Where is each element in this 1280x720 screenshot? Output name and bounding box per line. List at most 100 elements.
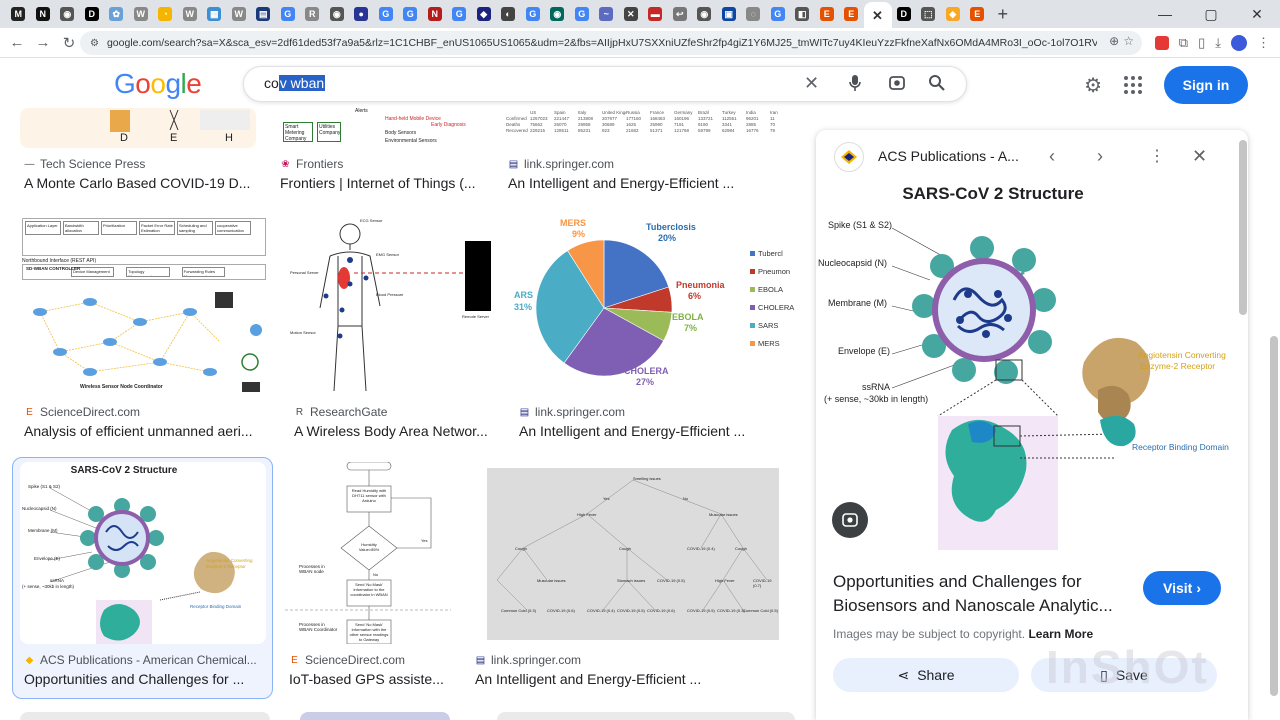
browser-tab[interactable]: ↩ bbox=[668, 3, 693, 25]
menu-kebab-icon[interactable]: ⋮ bbox=[1257, 35, 1270, 51]
browser-tab[interactable]: G bbox=[521, 3, 546, 25]
result-thumbnail[interactable]: Application Layer Bandwidth allocation Pri… bbox=[20, 216, 270, 396]
browser-tab[interactable]: ✕ bbox=[619, 3, 644, 25]
panel-source-name[interactable]: ACS Publications - A... bbox=[878, 148, 1019, 164]
result-thumbnail[interactable]: Read Humidity with DHT11 sensor with Ard… bbox=[285, 462, 451, 644]
more-options-icon[interactable]: ⋮ bbox=[1149, 146, 1165, 166]
voice-search-icon[interactable] bbox=[848, 74, 862, 97]
google-logo[interactable]: Google bbox=[114, 68, 202, 100]
sign-in-button[interactable]: Sign in bbox=[1164, 66, 1248, 104]
extensions-puzzle-icon[interactable]: ⧉ bbox=[1179, 35, 1188, 51]
browser-tab[interactable]: ◌ bbox=[741, 3, 766, 25]
search-box[interactable]: cov wban ✕ bbox=[243, 66, 967, 102]
browser-tab[interactable]: ◆ bbox=[472, 3, 497, 25]
learn-more-link[interactable]: Learn More bbox=[1028, 627, 1093, 641]
browser-tab[interactable]: ◆ bbox=[941, 3, 966, 25]
result-source[interactable]: ▤ link.springer.com bbox=[508, 157, 614, 171]
result-title[interactable]: An Intelligent and Energy-Efficient ... bbox=[519, 423, 800, 439]
browser-tab[interactable]: M bbox=[6, 3, 31, 25]
lens-search-icon[interactable] bbox=[832, 502, 868, 538]
browser-tab[interactable]: ⬚ bbox=[916, 3, 941, 25]
result-title[interactable]: An Intelligent and Energy-Efficient ... bbox=[508, 175, 800, 191]
result-source[interactable]: ▤ link.springer.com bbox=[475, 653, 581, 667]
result-thumbnail[interactable]: Smart Metering Company Utilities Company… bbox=[281, 108, 491, 148]
result-source[interactable]: ◆ ACS Publications - American Chemical... bbox=[24, 653, 257, 667]
browser-tab[interactable]: E bbox=[839, 3, 864, 25]
result-thumbnail[interactable]: Smelling issues High Fever Muscular issu… bbox=[471, 462, 796, 644]
browser-tab[interactable]: ~ bbox=[594, 3, 619, 25]
google-apps-icon[interactable] bbox=[1124, 76, 1142, 94]
settings-gear-icon[interactable]: ⚙ bbox=[1084, 73, 1102, 98]
download-icon[interactable]: ⤓ bbox=[1215, 35, 1221, 51]
browser-tab[interactable]: ◉ bbox=[325, 3, 350, 25]
next-row-thumbnail[interactable] bbox=[300, 712, 450, 720]
search-icon[interactable] bbox=[928, 74, 946, 97]
share-button[interactable]: ⋖ Share bbox=[833, 658, 1019, 692]
browser-tab[interactable]: ▬ bbox=[643, 3, 668, 25]
panel-image[interactable]: Spike (S1 & S2) Nucleocapsid (N) Membran… bbox=[818, 210, 1236, 555]
browser-tab[interactable]: G bbox=[398, 3, 423, 25]
close-window-button[interactable]: ✕ bbox=[1234, 6, 1280, 23]
result-title[interactable]: An Intelligent and Energy-Efficient ... bbox=[475, 671, 790, 687]
clear-search-icon[interactable]: ✕ bbox=[804, 73, 819, 94]
browser-tab[interactable]: ◉ bbox=[692, 3, 717, 25]
browser-tab[interactable]: W bbox=[178, 3, 203, 25]
result-source[interactable]: R ResearchGate bbox=[294, 405, 388, 419]
result-source[interactable]: E ScienceDirect.com bbox=[289, 653, 405, 667]
browser-tab[interactable]: G bbox=[447, 3, 472, 25]
result-title[interactable]: Opportunities and Challenges for ... bbox=[24, 671, 274, 687]
result-title[interactable]: A Monte Carlo Based COVID-19 D... bbox=[24, 175, 274, 191]
browser-tab[interactable]: W bbox=[227, 3, 252, 25]
new-tab-button[interactable]: + bbox=[998, 4, 1009, 25]
result-source[interactable]: E ScienceDirect.com bbox=[24, 405, 140, 419]
browser-tab[interactable]: ● bbox=[349, 3, 374, 25]
browser-tab[interactable]: D bbox=[80, 3, 105, 25]
browser-tab[interactable]: G bbox=[766, 3, 791, 25]
browser-tab[interactable]: ▣ bbox=[717, 3, 742, 25]
sidebar-icon[interactable]: ▯ bbox=[1198, 35, 1205, 51]
browser-tab[interactable]: G bbox=[374, 3, 399, 25]
lens-search-icon[interactable] bbox=[888, 74, 906, 97]
browser-tab[interactable]: D bbox=[892, 3, 917, 25]
result-title[interactable]: IoT-based GPS assiste... bbox=[289, 671, 450, 687]
result-thumbnail[interactable]: D E H bbox=[20, 108, 256, 148]
minimize-button[interactable]: — bbox=[1142, 6, 1188, 22]
back-arrow-icon[interactable]: ← bbox=[4, 34, 30, 51]
site-info-icon[interactable]: ⚙ bbox=[90, 38, 99, 49]
previous-result-icon[interactable]: ‹ bbox=[1049, 146, 1055, 167]
address-bar[interactable]: ⚙ google.com/search?sa=X&sca_esv=2df61de… bbox=[80, 31, 1142, 55]
panel-headline[interactable]: Opportunities and Challenges for Biosens… bbox=[833, 570, 1143, 618]
maximize-button[interactable]: ▢ bbox=[1188, 6, 1234, 23]
result-title[interactable]: Analysis of efficient unmanned aeri... bbox=[24, 423, 274, 439]
browser-tab[interactable]: ◧ bbox=[790, 3, 815, 25]
browser-tab[interactable]: ◐ bbox=[496, 3, 521, 25]
browser-tab[interactable]: G bbox=[276, 3, 301, 25]
result-title[interactable]: Frontiers | Internet of Things (... bbox=[280, 175, 520, 191]
search-input[interactable]: cov wban bbox=[264, 75, 326, 91]
visit-button[interactable]: Visit › bbox=[1143, 571, 1221, 605]
browser-tab[interactable]: N bbox=[31, 3, 56, 25]
result-thumbnail[interactable]: ECG Sensor EMG Sensor Blood Pressure Per… bbox=[290, 216, 495, 396]
browser-tab[interactable]: G bbox=[570, 3, 595, 25]
browser-tab[interactable]: ◔ bbox=[153, 3, 178, 25]
next-result-icon[interactable]: › bbox=[1097, 146, 1103, 167]
result-source[interactable]: — Tech Science Press bbox=[24, 157, 146, 171]
page-scrollbar[interactable] bbox=[1270, 336, 1278, 696]
browser-tab[interactable]: N bbox=[423, 3, 448, 25]
result-title[interactable]: A Wireless Body Area Networ... bbox=[294, 423, 514, 439]
profile-avatar[interactable] bbox=[1231, 35, 1247, 51]
browser-tab[interactable]: ▤ bbox=[251, 3, 276, 25]
result-source[interactable]: ❀ Frontiers bbox=[280, 157, 343, 171]
bookmark-star-icon[interactable]: ☆ bbox=[1123, 34, 1134, 48]
panel-scrollbar[interactable] bbox=[1239, 140, 1247, 315]
extension-icon[interactable] bbox=[1154, 36, 1169, 50]
browser-tab[interactable]: E bbox=[815, 3, 840, 25]
result-thumbnail[interactable]: USSpainItalyUnited KingdomRussiaFranceGe… bbox=[506, 108, 796, 148]
browser-tab[interactable]: ✿ bbox=[104, 3, 129, 25]
close-tab-icon[interactable]: ✕ bbox=[871, 8, 885, 22]
pie-chart-thumbnail[interactable]: Tuberclosis 20% Pneumonia 6% EBOLA 7% CHOLERA 2… bbox=[514, 216, 796, 396]
result-thumbnail[interactable]: SARS-CoV 2 Structure Spike (S1 & S2) Nuc… bbox=[20, 462, 266, 644]
close-panel-icon[interactable]: ✕ bbox=[1192, 146, 1207, 167]
browser-tab[interactable]: R bbox=[300, 3, 325, 25]
reload-icon[interactable]: ↻ bbox=[56, 34, 82, 52]
